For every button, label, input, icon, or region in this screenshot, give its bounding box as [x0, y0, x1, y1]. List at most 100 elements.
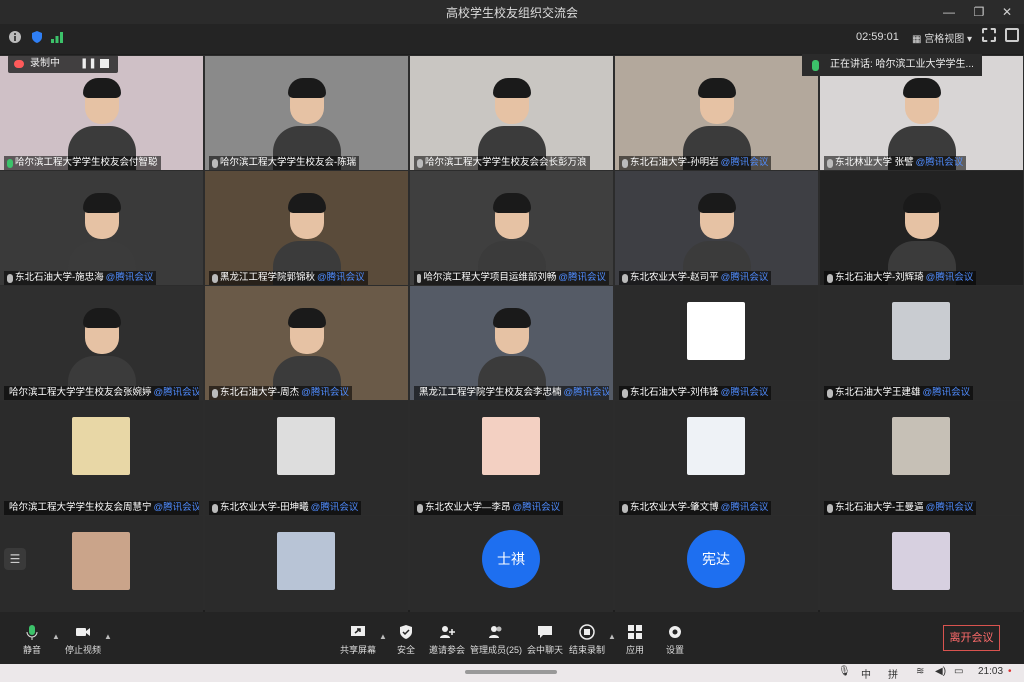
battery-icon[interactable]: ▭ — [954, 666, 963, 677]
participant-tile[interactable]: 哈尔滨工程大学学生校友会张婉婷 @腾讯会议 — [0, 286, 203, 400]
participant-name-tag: 东北石油大学-刘伟锋 @腾讯会议 — [619, 386, 772, 400]
participant-name: 东北石油大学-周杰 — [220, 387, 300, 398]
notification-dot-icon: • — [1008, 666, 1012, 677]
mute-label: 静音 — [22, 645, 41, 655]
participant-tile[interactable]: 东北石油大学-施忠海 @腾讯会议 — [0, 171, 203, 285]
title-bar: 高校学生校友组织交流会 — ❐ ✕ — [0, 0, 1024, 24]
fullscreen-icon[interactable] — [982, 28, 996, 42]
mute-button[interactable]: 静音 — [6, 624, 58, 656]
participant-name: 哈尔滨工程大学学生校友会张婉婷 — [9, 387, 152, 398]
mic-icon — [417, 158, 423, 168]
participant-name-tag: 东北石油大学-施忠海 @腾讯会议 — [4, 271, 157, 285]
participant-avatar — [277, 417, 335, 475]
participant-tile[interactable]: 东北石油大学-刘辉琦 @腾讯会议 — [820, 171, 1023, 285]
clock: 21:03 — [978, 666, 1004, 677]
participant-source-tag: @腾讯会议 — [317, 272, 365, 283]
participant-source-tag: @腾讯会议 — [563, 387, 609, 398]
restore-button[interactable]: ❐ — [966, 2, 992, 22]
participant-avatar — [482, 417, 540, 475]
participant-tile[interactable]: 哈尔滨工程大学学生校友会-陈瑞 — [205, 56, 408, 170]
pause-icon[interactable]: ❚❚ — [80, 55, 97, 73]
participant-source-tag: @腾讯会议 — [925, 272, 974, 283]
share-screen-button[interactable]: 共享屏幕 — [332, 624, 384, 656]
security-shield-icon — [400, 625, 412, 639]
mic-icon — [827, 158, 833, 168]
sidebar-toggle-icon[interactable] — [1005, 28, 1019, 42]
participant-tile[interactable]: 东北石油大学王建雄 @腾讯会议 — [820, 286, 1023, 400]
participant-name-tag: 东北石油大学-刘辉琦 @腾讯会议 — [824, 271, 977, 285]
window-title: 高校学生校友组织交流会 — [445, 6, 578, 20]
participant-source-tag: @腾讯会议 — [105, 272, 154, 283]
video-grid: 哈尔滨工程大学学生校友会付智聪 哈尔滨工程大学学生校友会-陈瑞 哈尔滨工程大学学生校… — [0, 55, 1024, 630]
mic-icon — [212, 273, 218, 283]
mic-icon — [212, 388, 218, 398]
participant-tile[interactable]: 东北农业大学-田坤曦 @腾讯会议 — [205, 401, 408, 515]
chat-label: 会中聊天 — [526, 645, 563, 655]
mic-icon — [827, 388, 833, 398]
close-button[interactable]: ✕ — [994, 2, 1020, 22]
camera-icon — [76, 628, 90, 636]
stop-icon[interactable] — [100, 59, 109, 68]
shield-icon[interactable] — [30, 30, 44, 44]
participant-tile[interactable]: 东北石油大学-周杰 @腾讯会议 — [205, 286, 408, 400]
minimize-button[interactable]: — — [936, 2, 962, 22]
os-taskbar: 🎙 中 拼 ≋ ◀) ▭ 21:03 • — [0, 664, 1024, 682]
mic-icon — [622, 388, 628, 398]
ime-chinese[interactable]: 中 — [861, 666, 871, 681]
participant-name-tag: 哈尔滨工程大学学生校友会会长彭万浪 — [414, 156, 590, 170]
grid-icon: ▦ — [912, 34, 922, 45]
participant-tile[interactable]: 东北农业大学-赵司平 @腾讯会议 — [615, 171, 818, 285]
invite-label: 邀请参会 — [428, 645, 465, 655]
info-icon[interactable] — [8, 30, 22, 44]
participant-name: 东北农业大学-田坤曦 — [220, 502, 309, 513]
participant-avatar — [72, 532, 130, 590]
manage-members-button[interactable]: 管理成员(25) — [470, 624, 522, 656]
participant-tile[interactable]: 哈尔滨工程大学学生校友会周慧宁 @腾讯会议 — [0, 401, 203, 515]
members-icon — [489, 626, 502, 638]
taskbar-mic-icon[interactable]: 🎙 — [838, 666, 851, 677]
participant-tile[interactable]: 哈尔滨工程大学项目运维部刘畅 @腾讯会议 — [410, 171, 613, 285]
participant-tile[interactable]: 东北石油大学-王曼逼 @腾讯会议 — [820, 401, 1023, 515]
signal-icon[interactable] — [50, 30, 64, 44]
participant-tile[interactable]: 东北农业大学—李昂 @腾讯会议 — [410, 401, 613, 515]
apps-icon — [628, 625, 642, 639]
participant-tile[interactable]: 东北石油大学-刘伟锋 @腾讯会议 — [615, 286, 818, 400]
video-options-caret-icon[interactable]: ▲ — [104, 632, 112, 641]
participant-tile[interactable]: 东北石油大学-孙明岩 @腾讯会议 — [615, 56, 818, 170]
participant-name-tag: 东北农业大学-肇文博 @腾讯会议 — [619, 501, 772, 515]
participant-name: 东北林业大学 张譬 — [835, 157, 914, 168]
participant-source-tag: @腾讯会议 — [512, 502, 561, 513]
participant-avatar — [892, 417, 950, 475]
participant-tile[interactable]: 哈尔滨工程大学学生校友会会长彭万浪 — [410, 56, 613, 170]
wifi-icon[interactable]: ≋ — [916, 666, 924, 677]
ime-pinyin[interactable]: 拼 — [888, 666, 898, 681]
members-label: 管理成员(25) — [470, 645, 523, 655]
mic-icon — [212, 503, 218, 513]
settings-button[interactable]: 设置 — [649, 624, 701, 656]
recording-indicator[interactable]: 录制中 ❚❚ — [8, 55, 118, 73]
participant-name: 东北石油大学-孙明岩 — [630, 157, 719, 168]
meeting-timer: 02:59:01 — [856, 31, 899, 43]
participant-name-tag: 东北农业大学-田坤曦 @腾讯会议 — [209, 501, 362, 515]
participant-name-tag: 哈尔滨工程大学项目运维部刘畅 @腾讯会议 — [414, 271, 609, 285]
participant-avatar — [72, 417, 130, 475]
participant-tile[interactable]: 哈尔滨工程大学学生校友会付智聪 — [0, 56, 203, 170]
participant-name: 东北石油大学王建雄 — [835, 387, 921, 398]
mic-icon — [26, 625, 38, 640]
stop-video-button[interactable]: 停止视频 — [57, 624, 109, 656]
participant-tile[interactable]: 黑龙江工程学院学生校友会李忠楠 @腾讯会议 — [410, 286, 613, 400]
participant-name-tag: 东北林业大学 张譬 @腾讯会议 — [824, 156, 967, 170]
participant-source-tag: @腾讯会议 — [925, 502, 974, 513]
participant-source-tag: @腾讯会议 — [922, 387, 971, 398]
participant-tile[interactable]: 东北农业大学-肇文博 @腾讯会议 — [615, 401, 818, 515]
volume-icon[interactable]: ◀) — [935, 666, 946, 677]
end-recording-button[interactable]: 结束录制 — [561, 624, 613, 656]
list-icon[interactable]: ☰ — [4, 548, 26, 570]
participant-name: 东北农业大学—李昂 — [425, 502, 511, 513]
participant-tile[interactable]: 黑龙江工程学院郭锦秋 @腾讯会议 — [205, 171, 408, 285]
participant-name-tag: 哈尔滨工程大学学生校友会周慧宁 @腾讯会议 — [4, 501, 199, 515]
participant-name-tag: 黑龙江工程学院郭锦秋 @腾讯会议 — [209, 271, 368, 285]
view-toggle-button[interactable]: ▦ 宫格视图 ▾ — [912, 30, 972, 45]
invite-button[interactable]: 邀请参会 — [421, 624, 473, 656]
leave-meeting-button[interactable]: 离开会议 — [943, 625, 1000, 651]
